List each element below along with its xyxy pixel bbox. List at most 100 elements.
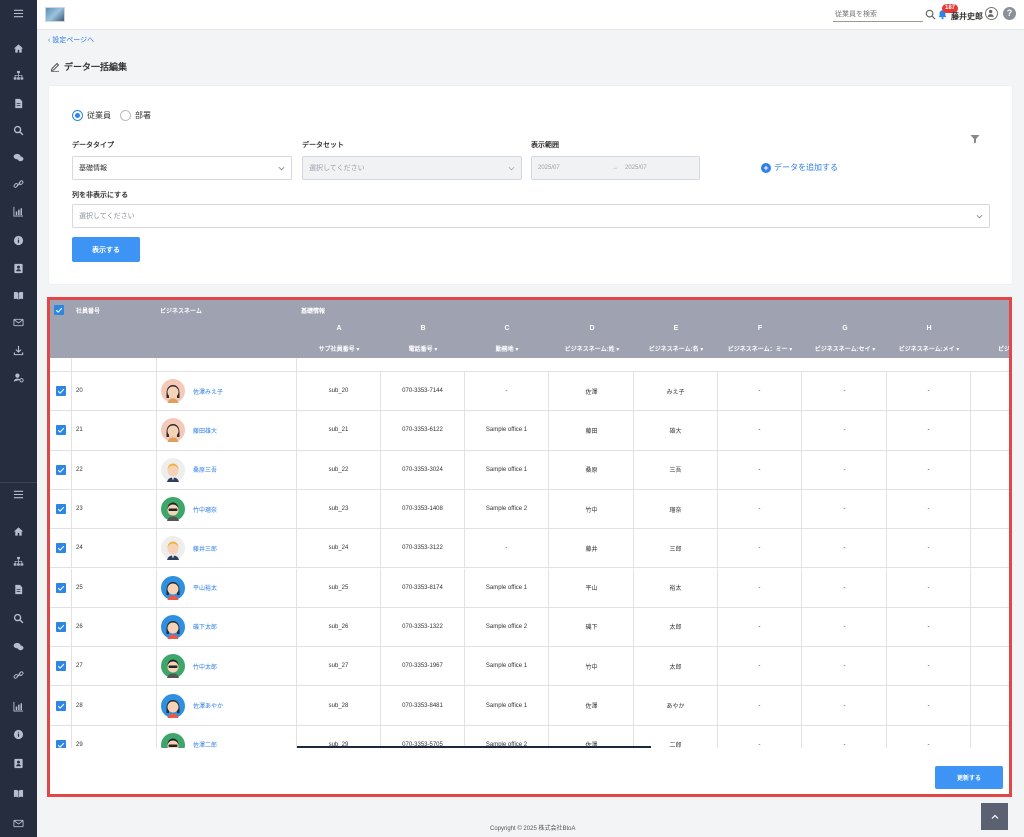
phone-cell[interactable]: 070-3353-5705 <box>381 725 465 748</box>
info-nav-button[interactable] <box>0 230 37 250</box>
id-card-nav-button[interactable] <box>0 753 37 773</box>
phone-cell[interactable]: 070-3353-7144 <box>381 372 465 411</box>
employee-name-link[interactable]: 藤田雄大 <box>193 426 217 435</box>
last-name-cell[interactable]: 佐澤 <box>550 686 634 725</box>
last-name-cell[interactable]: 竹中 <box>550 489 634 529</box>
back-to-settings-link[interactable]: ‹ 設定ページへ <box>48 35 94 45</box>
sub-employee-no-cell[interactable]: sub_26 <box>297 607 381 647</box>
first-name-cell[interactable]: みえ子 <box>634 372 718 411</box>
column-header-sort[interactable]: 電話番号 ▾ <box>381 344 465 353</box>
first-name-cell[interactable]: 太郎 <box>634 647 718 686</box>
menu-nav-button[interactable] <box>0 484 37 504</box>
kana-last-cell[interactable]: - <box>803 647 887 686</box>
column-header-sort[interactable]: サブ社員番号 ▾ <box>297 344 381 353</box>
mid-name-cell[interactable]: - <box>718 607 802 647</box>
phone-cell[interactable]: 070-3353-1322 <box>381 607 465 647</box>
last-name-cell[interactable]: 藤田 <box>550 411 634 450</box>
column-header-sort[interactable]: ビジネスネーム:名 ▾ <box>634 344 718 353</box>
book-nav-button[interactable] <box>0 783 37 803</box>
chart-nav-button[interactable] <box>0 696 37 716</box>
employee-name-link[interactable]: 磯下太郎 <box>193 622 217 631</box>
employee-name-link[interactable]: 佐澤二郎 <box>193 740 217 748</box>
mid-name-cell[interactable]: - <box>718 450 802 489</box>
org-chart-nav-button[interactable] <box>0 551 37 571</box>
chat-nav-button[interactable] <box>0 147 37 167</box>
id-card-nav-button[interactable] <box>0 258 37 278</box>
phone-cell[interactable]: 070-3353-1408 <box>381 489 465 529</box>
first-name-cell[interactable]: 雄大 <box>634 411 718 450</box>
mid-name-cell[interactable]: - <box>718 411 802 450</box>
phone-cell[interactable]: 070-3353-3024 <box>381 450 465 489</box>
sub-employee-no-cell[interactable]: sub_24 <box>297 529 381 568</box>
add-data-button[interactable]: + データを追加する <box>761 162 838 173</box>
phone-cell[interactable]: 070-3353-8174 <box>381 568 465 607</box>
link-nav-button[interactable] <box>0 665 37 685</box>
column-header-sort[interactable]: 勤務地 ▾ <box>465 344 549 353</box>
mid-name-cell[interactable]: - <box>718 568 802 607</box>
user-avatar-icon[interactable] <box>985 7 998 20</box>
user-name[interactable]: 藤井史郎 <box>951 11 983 22</box>
document-nav-button[interactable] <box>0 579 37 599</box>
kana-last-cell[interactable]: - <box>803 489 887 529</box>
sub-employee-no-cell[interactable]: sub_23 <box>297 489 381 529</box>
kana-last-cell[interactable]: - <box>803 529 887 568</box>
chat-nav-button[interactable] <box>0 636 37 656</box>
row-checkbox[interactable] <box>55 739 66 748</box>
kana-first-cell[interactable]: - <box>887 686 971 725</box>
mid-name-cell[interactable]: - <box>718 647 802 686</box>
employee-name-link[interactable]: 平山裕太 <box>193 583 217 592</box>
radio-department[interactable]: 部署 <box>120 110 151 121</box>
row-checkbox[interactable] <box>55 621 66 632</box>
last-name-cell[interactable]: 佐澤 <box>550 372 634 411</box>
mid-name-cell[interactable]: - <box>718 686 802 725</box>
kana-last-cell[interactable]: - <box>803 607 887 647</box>
employee-name-link[interactable]: 竹中瑠奈 <box>193 505 217 514</box>
info-nav-button[interactable] <box>0 724 37 744</box>
row-checkbox[interactable] <box>55 464 66 475</box>
search-nav-button[interactable] <box>0 608 37 628</box>
home-nav-button[interactable] <box>0 38 37 58</box>
kana-last-cell[interactable]: - <box>803 725 887 748</box>
last-name-cell[interactable]: 桑原 <box>550 450 634 489</box>
kana-first-cell[interactable]: - <box>887 725 971 748</box>
first-name-cell[interactable]: 裕太 <box>634 568 718 607</box>
mid-name-cell[interactable]: - <box>718 372 802 411</box>
kana-first-cell[interactable]: - <box>887 647 971 686</box>
row-checkbox[interactable] <box>55 504 66 515</box>
kana-first-cell[interactable]: - <box>887 372 971 411</box>
office-cell[interactable]: Sample office 1 <box>465 647 549 686</box>
kana-first-cell[interactable]: - <box>887 450 971 489</box>
row-checkbox[interactable] <box>55 386 66 397</box>
row-checkbox[interactable] <box>55 582 66 593</box>
kana-first-cell[interactable]: - <box>887 529 971 568</box>
office-cell[interactable]: - <box>465 529 549 568</box>
employee-name-link[interactable]: 佐澤あやか <box>193 701 223 710</box>
update-button[interactable]: 更新する <box>935 766 1003 789</box>
sub-employee-no-cell[interactable]: sub_20 <box>297 372 381 411</box>
office-cell[interactable]: Sample office 1 <box>465 568 549 607</box>
hide-columns-select[interactable]: 選択してください <box>72 204 990 228</box>
help-icon[interactable]: ? <box>1003 7 1016 20</box>
chart-nav-button[interactable] <box>0 201 37 221</box>
office-cell[interactable]: Sample office 1 <box>465 450 549 489</box>
phone-cell[interactable]: 070-3353-1967 <box>381 647 465 686</box>
kana-first-cell[interactable]: - <box>887 568 971 607</box>
row-checkbox[interactable] <box>55 425 66 436</box>
phone-cell[interactable]: 070-3353-6122 <box>381 411 465 450</box>
kana-last-cell[interactable]: - <box>803 411 887 450</box>
home-nav-button[interactable] <box>0 521 37 541</box>
show-button[interactable]: 表示する <box>72 237 140 262</box>
select-all-checkbox[interactable] <box>54 305 64 315</box>
sub-employee-no-cell[interactable]: sub_27 <box>297 647 381 686</box>
sub-employee-no-cell[interactable]: sub_29 <box>297 725 381 748</box>
company-logo[interactable] <box>45 7 65 22</box>
mail-nav-button[interactable] <box>0 813 37 833</box>
scroll-top-button[interactable] <box>981 803 1008 830</box>
row-checkbox[interactable] <box>55 700 66 711</box>
sub-employee-no-cell[interactable]: sub_25 <box>297 568 381 607</box>
filter-icon[interactable] <box>970 134 980 144</box>
kana-first-cell[interactable]: - <box>887 489 971 529</box>
row-checkbox[interactable] <box>55 543 66 554</box>
last-name-cell[interactable]: 平山 <box>550 568 634 607</box>
column-header-sort[interactable]: ビジネスネーム:姓 ▾ <box>550 344 634 353</box>
